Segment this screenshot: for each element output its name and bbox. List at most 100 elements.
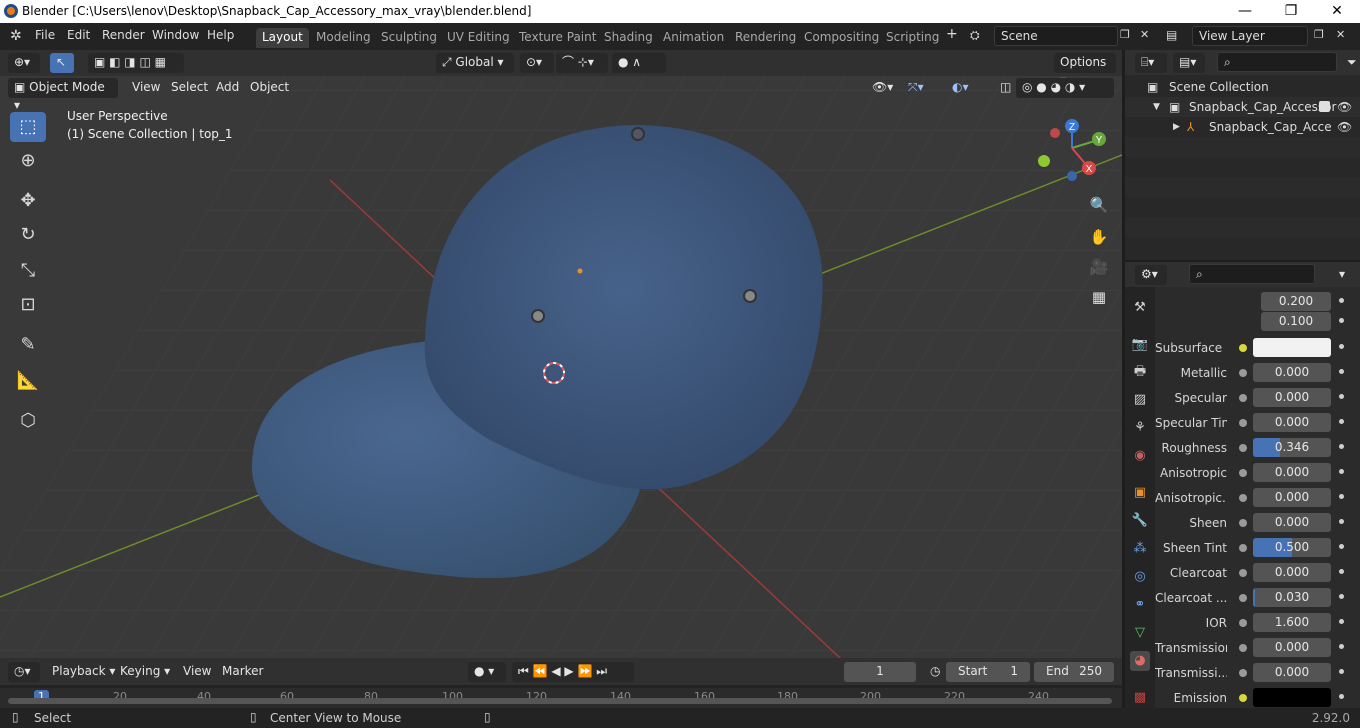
new-view-layer-icon[interactable]: ❐	[1314, 28, 1324, 41]
menu-marker[interactable]: Marker	[216, 662, 269, 682]
tab-texture-paint[interactable]: Texture Paint	[513, 28, 602, 48]
physics-tab-icon[interactable]: ◎	[1130, 567, 1150, 587]
color-swatch[interactable]	[1253, 688, 1331, 707]
property-value-field[interactable]: 0.000	[1253, 363, 1331, 382]
tab-compositing[interactable]: Compositing	[798, 28, 885, 48]
socket-dot-icon[interactable]	[1239, 469, 1247, 477]
properties-editor-type[interactable]: ⚙▾	[1135, 265, 1167, 285]
keyframe-dot-icon[interactable]	[1339, 619, 1344, 624]
property-value-field[interactable]: 0.000	[1253, 663, 1331, 682]
eye-icon[interactable]: 👁	[1337, 97, 1352, 117]
render-tab-icon[interactable]: 📷	[1130, 335, 1150, 355]
timeline-scrollbar[interactable]	[8, 698, 1112, 704]
data-tab-icon[interactable]: ▽	[1130, 623, 1150, 643]
start-frame-field[interactable]: Start 1	[946, 662, 1030, 682]
menu-view[interactable]: View	[126, 78, 166, 98]
end-frame-field[interactable]: End 250	[1034, 662, 1114, 682]
tab-rendering[interactable]: Rendering	[729, 28, 802, 48]
socket-dot-icon[interactable]	[1239, 369, 1247, 377]
gizmo-toggle-icon[interactable]: ⤧▾	[902, 78, 930, 98]
chevron-down-icon[interactable]: ▾	[1333, 265, 1351, 285]
socket-dot-icon[interactable]	[1239, 394, 1247, 402]
menu-file[interactable]: File	[35, 28, 55, 42]
socket-dot-icon[interactable]	[1239, 344, 1247, 352]
constraints-tab-icon[interactable]: ⚭	[1130, 595, 1150, 615]
rotate-icon[interactable]: ↻	[10, 220, 46, 250]
keyframe-dot-icon[interactable]	[1339, 519, 1344, 524]
menu-object[interactable]: Object	[244, 78, 295, 98]
3d-viewport[interactable]: Z Y X	[0, 50, 1122, 658]
menu-window[interactable]: Window	[152, 28, 199, 42]
new-scene-icon[interactable]: ❐	[1120, 28, 1130, 41]
select-mode-button[interactable]: ↖	[50, 53, 74, 73]
keyframe-dot-icon[interactable]	[1339, 644, 1344, 649]
eye-icon[interactable]: 👁	[1337, 117, 1352, 137]
menu-keying[interactable]: Keying ▾	[114, 662, 176, 682]
property-value-field[interactable]: 0.000	[1253, 563, 1331, 582]
socket-dot-icon[interactable]	[1239, 519, 1247, 527]
keyframe-dot-icon[interactable]	[1339, 544, 1344, 549]
socket-dot-icon[interactable]	[1239, 669, 1247, 677]
scale-icon[interactable]: ⤡	[10, 256, 46, 286]
property-value-field[interactable]: 0.000	[1253, 388, 1331, 407]
menu-edit[interactable]: Edit	[67, 28, 90, 42]
keyframe-dot-icon[interactable]	[1339, 594, 1344, 599]
keyframe-dot-icon[interactable]	[1339, 569, 1344, 574]
keyframe-dot-icon[interactable]	[1339, 669, 1344, 674]
property-value-field[interactable]: 0.200	[1261, 292, 1331, 311]
cursor-icon[interactable]: ⊕	[10, 146, 46, 176]
keyframe-dot-icon[interactable]	[1339, 444, 1344, 449]
modifier-tab-icon[interactable]: 🔧	[1130, 511, 1150, 531]
viewport-scene[interactable]: Z Y X	[0, 50, 1122, 658]
menu-playback[interactable]: Playback ▾	[46, 662, 121, 682]
world-tab-icon[interactable]: ◉	[1130, 446, 1150, 466]
socket-dot-icon[interactable]	[1239, 494, 1247, 502]
keyframe-dot-icon[interactable]	[1339, 394, 1344, 399]
property-value-field[interactable]: 0.000	[1253, 638, 1331, 657]
socket-dot-icon[interactable]	[1239, 569, 1247, 577]
pivot-dropdown[interactable]: ⊙▾	[520, 53, 554, 73]
socket-dot-icon[interactable]	[1239, 419, 1247, 427]
menu-help[interactable]: Help	[207, 28, 234, 42]
menu-timeline-view[interactable]: View	[177, 662, 217, 682]
overlay-toggle-icon[interactable]: ◐▾	[946, 78, 975, 98]
property-value-field[interactable]: 0.000	[1253, 463, 1331, 482]
checkbox-icon[interactable]	[1319, 101, 1330, 112]
outliner-row-cap-object[interactable]: ▶ ⅄ Snapback_Cap_Acce 👁	[1125, 117, 1360, 137]
proportional-edit-toggle[interactable]: ● ∧	[612, 53, 666, 73]
tab-scripting[interactable]: Scripting	[880, 28, 945, 48]
tool-tab-icon[interactable]: ⚒	[1130, 298, 1150, 318]
keyframe-dot-icon[interactable]	[1339, 494, 1344, 499]
property-value-field[interactable]: 0.500	[1253, 538, 1331, 557]
particles-tab-icon[interactable]: ⁂	[1130, 539, 1150, 559]
property-value-field[interactable]: 0.346	[1253, 438, 1331, 457]
property-value-field[interactable]: 0.030	[1253, 588, 1331, 607]
record-button[interactable]: ● ▾	[468, 662, 506, 682]
properties-search-input[interactable]: ⌕	[1189, 264, 1315, 284]
outliner-row-cap-collection[interactable]: ▼ ▣ Snapback_Cap_Accessor 👁	[1125, 97, 1360, 117]
property-value-field[interactable]: 0.000	[1253, 413, 1331, 432]
pan-hand-icon[interactable]: ✋	[1086, 224, 1112, 250]
menu-select[interactable]: Select	[165, 78, 214, 98]
clock-icon[interactable]: ◷	[924, 662, 946, 682]
outliner-search-input[interactable]: ⌕	[1217, 52, 1337, 72]
delete-view-layer-icon[interactable]: ✕	[1336, 28, 1345, 41]
tab-uv-editing[interactable]: UV Editing	[441, 28, 516, 48]
move-icon[interactable]: ✥	[10, 186, 46, 216]
color-swatch[interactable]	[1253, 338, 1331, 357]
scene-field[interactable]: Scene	[994, 26, 1118, 46]
texture-tab-icon[interactable]: ▩	[1130, 688, 1150, 708]
maximize-button[interactable]: ❐	[1268, 0, 1314, 23]
zoom-icon[interactable]: 🔍	[1086, 192, 1112, 218]
xray-toggle-icon[interactable]: ◫	[994, 78, 1017, 98]
timeline-editor-type[interactable]: ◷▾	[8, 662, 40, 682]
outliner-editor-type[interactable]: ⌸▾	[1135, 53, 1167, 73]
blender-menu-icon[interactable]: ✲	[10, 28, 22, 44]
add-workspace-icon[interactable]: +	[946, 26, 958, 42]
menu-render[interactable]: Render	[102, 28, 145, 42]
socket-dot-icon[interactable]	[1239, 544, 1247, 552]
snap-toggle[interactable]: ⌒ ⊹▾	[556, 53, 608, 73]
delete-scene-icon[interactable]: ✕	[1140, 28, 1149, 41]
keyframe-dot-icon[interactable]	[1339, 694, 1344, 699]
keyframe-dot-icon[interactable]	[1339, 469, 1344, 474]
